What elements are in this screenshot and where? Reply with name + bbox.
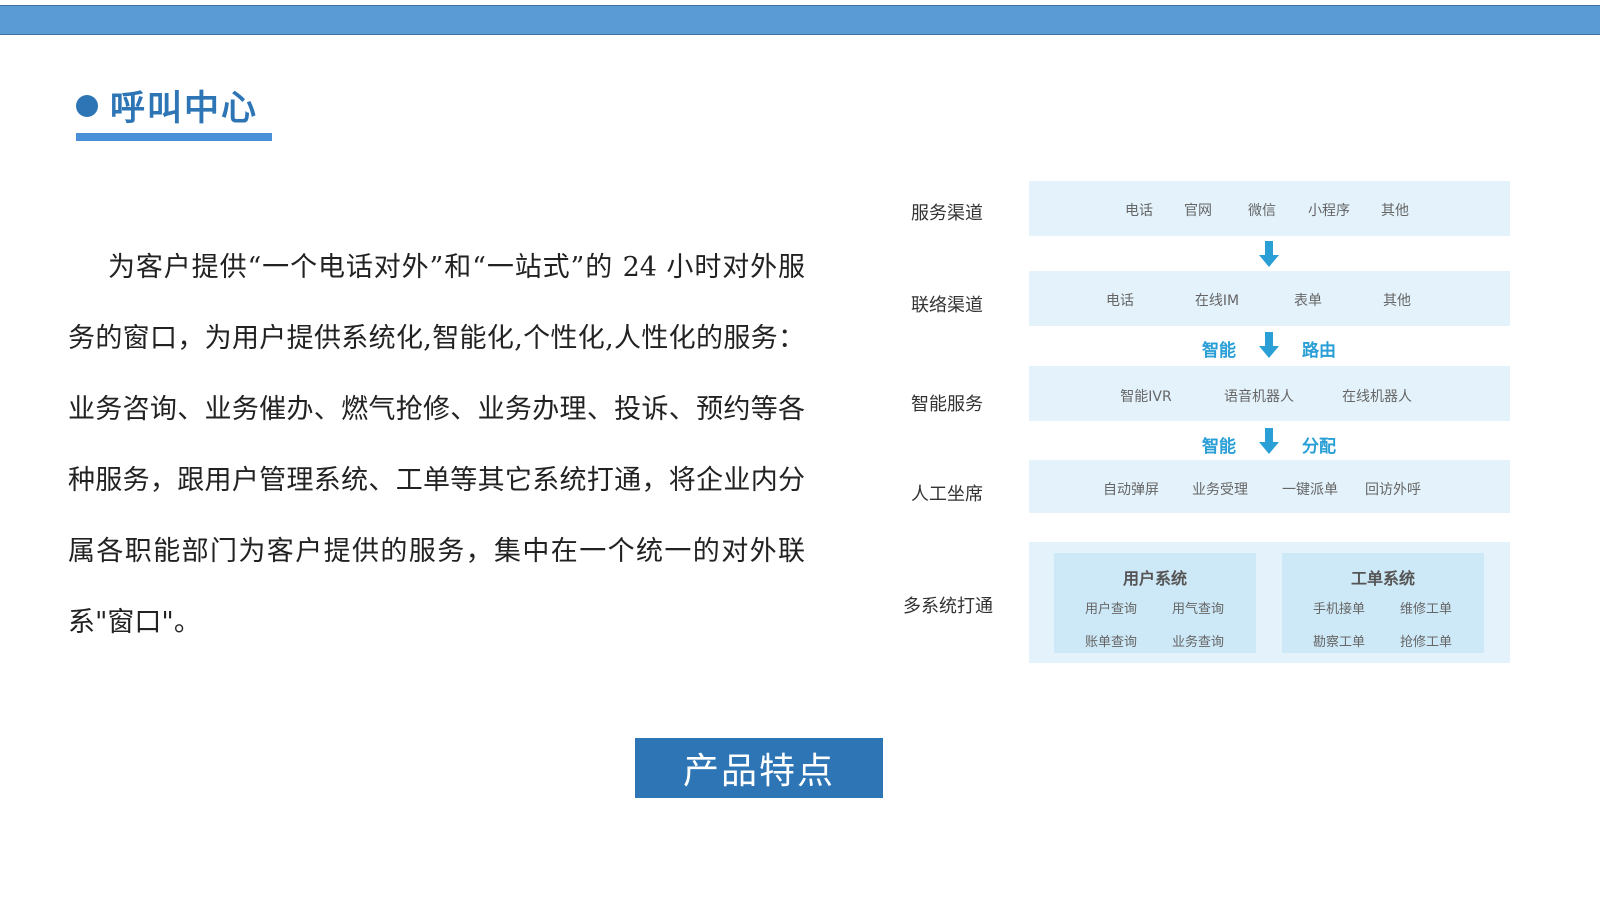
user-system-title: 用户系统 (1122, 569, 1187, 588)
workorder-system-box: 工单系统 手机接单 维修工单 勘察工单 抢修工单 (1282, 553, 1484, 653)
contact-channel-item: 其他 (1383, 293, 1411, 309)
routing-tag-left: 智能 (1202, 341, 1236, 361)
agent-item: 回访外呼 (1365, 482, 1421, 498)
smart-service-item: 智能IVR (1120, 389, 1172, 405)
workorder-system-item: 手机接单 (1312, 602, 1366, 617)
contact-channel-band: 电话 在线IM 表单 其他 (1029, 271, 1510, 326)
user-system-item: 账单查询 (1084, 635, 1138, 650)
user-system-box: 用户系统 用户查询 用气查询 账单查询 业务查询 (1054, 553, 1256, 653)
smart-service-label: 智能服务 (911, 394, 983, 415)
service-channel-item: 官网 (1184, 203, 1212, 219)
smart-service-band: 智能IVR 语音机器人 在线机器人 (1029, 366, 1510, 421)
integration-band: 用户系统 用户查询 用气查询 账单查询 业务查询 工单系统 手机接单 维修工单 … (1029, 542, 1510, 663)
product-features-button[interactable]: 产品特点 (635, 738, 883, 798)
user-system-item: 业务查询 (1171, 635, 1225, 650)
agent-item: 业务受理 (1192, 482, 1248, 498)
routing-tag-right: 路由 (1302, 341, 1336, 361)
arrow-down-icon (1259, 428, 1279, 454)
top-bar (0, 5, 1600, 35)
smart-service-item: 在线机器人 (1342, 389, 1412, 405)
contact-channel-item: 电话 (1106, 293, 1134, 309)
workorder-system-item: 抢修工单 (1399, 635, 1453, 650)
smart-service-item: 语音机器人 (1224, 389, 1294, 405)
bullet-dot-icon (76, 94, 98, 117)
agent-item: 自动弹屏 (1103, 482, 1159, 498)
service-channel-item: 微信 (1248, 203, 1276, 219)
workorder-system-item: 勘察工单 (1312, 635, 1366, 650)
contact-channel-item: 在线IM (1194, 293, 1240, 309)
arrow-down-icon (1259, 241, 1279, 267)
agent-item: 一键派单 (1282, 482, 1338, 498)
contact-channel-item: 表单 (1294, 293, 1322, 309)
dispatch-tag-left: 智能 (1202, 437, 1236, 457)
contact-channel-label: 联络渠道 (911, 295, 983, 316)
service-channel-item: 电话 (1125, 203, 1153, 219)
workorder-system-item: 维修工单 (1399, 602, 1453, 617)
dispatch-tag-right: 分配 (1302, 437, 1336, 457)
arrow-down-icon (1259, 332, 1279, 358)
service-channel-item: 小程序 (1308, 203, 1350, 219)
user-system-item: 用气查询 (1171, 602, 1225, 617)
service-channel-item: 其他 (1381, 203, 1409, 219)
service-channel-label: 服务渠道 (911, 203, 983, 224)
workorder-system-title: 工单系统 (1350, 569, 1415, 588)
agent-band: 自动弹屏 业务受理 一键派单 回访外呼 (1029, 460, 1510, 513)
integration-label: 多系统打通 (903, 596, 993, 617)
section-heading: 呼叫中心 (76, 80, 258, 131)
service-channel-band: 电话 官网 微信 小程序 其他 (1029, 181, 1510, 236)
section-title: 呼叫中心 (110, 88, 259, 129)
title-underline (76, 133, 272, 141)
agent-label: 人工坐席 (911, 484, 983, 505)
user-system-item: 用户查询 (1084, 602, 1138, 617)
intro-paragraph: 为客户提供“一个电话对外”和“一站式”的 24 小时对外服务的窗口，为用户提供系… (68, 252, 805, 638)
